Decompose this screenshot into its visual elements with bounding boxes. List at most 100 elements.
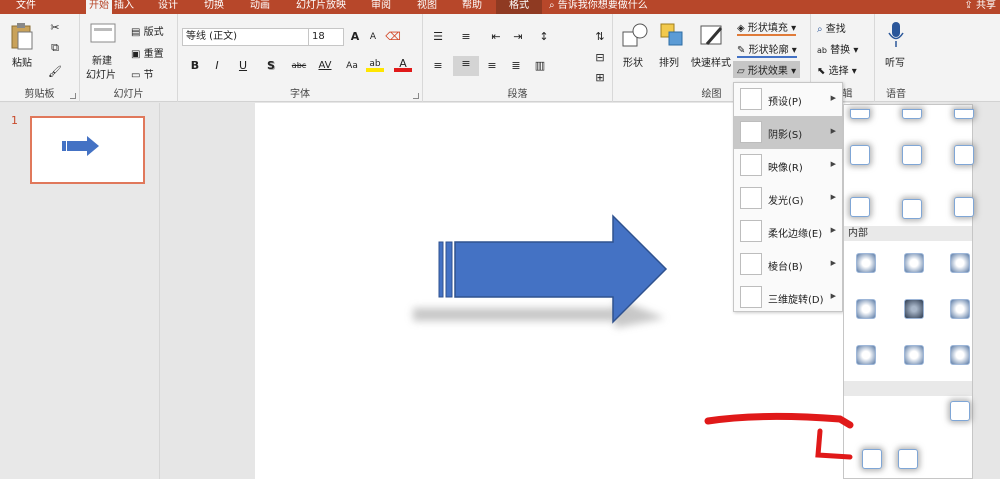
shadow-option[interactable]: [954, 197, 974, 217]
shadow-option[interactable]: [902, 109, 922, 119]
clipboard-launcher[interactable]: [70, 93, 76, 99]
tab-design[interactable]: 设计: [156, 0, 180, 14]
shadow-option[interactable]: [856, 299, 876, 319]
shadow-option[interactable]: [902, 199, 922, 219]
menu-item-reflection[interactable]: 映像(R) ▶: [734, 149, 842, 182]
shapes-label[interactable]: 形状: [623, 54, 643, 69]
shadow-option[interactable]: [902, 145, 922, 165]
paste-icon[interactable]: [10, 22, 34, 50]
menu-item-preset[interactable]: 预设(P) ▶: [734, 83, 842, 116]
text-shadow-button[interactable]: S: [262, 58, 280, 74]
paragraph-group-label: 段落: [507, 89, 528, 100]
shapes-icon[interactable]: [621, 22, 649, 48]
copy-icon[interactable]: ⧉: [46, 40, 64, 56]
quick-styles-icon[interactable]: [699, 22, 725, 48]
quick-styles-label[interactable]: 快速样式: [691, 54, 731, 69]
arrange-icon[interactable]: [659, 22, 685, 48]
dictate-label[interactable]: 听写: [885, 54, 905, 69]
group-slides: 新建 幻灯片 ▤ 版式 ▣ 重置 ▭ 节 幻灯片: [80, 14, 178, 102]
shape-effects-button[interactable]: ▱ 形状效果 ▾: [733, 61, 801, 78]
paste-label[interactable]: 粘贴: [12, 54, 32, 69]
align-center-icon[interactable]: ≡: [453, 56, 479, 76]
bold-button[interactable]: B: [186, 58, 204, 74]
tab-format[interactable]: 格式: [496, 0, 542, 14]
shadow-option[interactable]: [950, 253, 970, 273]
chevron-right-icon: ▶: [830, 226, 836, 234]
new-slide-label-2[interactable]: 幻灯片: [86, 66, 116, 81]
select-button[interactable]: ⬉ 选择 ▾: [817, 62, 857, 77]
cut-icon[interactable]: ✂: [46, 20, 64, 36]
shadow-option[interactable]: [850, 145, 870, 165]
font-color-button[interactable]: A: [394, 56, 412, 72]
new-slide-icon[interactable]: [90, 22, 116, 46]
tab-help[interactable]: 帮助: [459, 0, 485, 14]
tell-me-box[interactable]: ⌕ 告诉我你想要做什么: [549, 0, 648, 12]
shadow-option[interactable]: [850, 197, 870, 217]
format-painter-icon[interactable]: 🖌: [46, 64, 64, 80]
change-case-button[interactable]: Aa: [342, 58, 362, 74]
underline-button[interactable]: U: [234, 58, 252, 74]
tab-slideshow[interactable]: 幻灯片放映: [292, 0, 350, 14]
increase-indent-icon[interactable]: ⇥: [509, 29, 527, 45]
font-name-select[interactable]: 等线 (正文): [182, 28, 310, 46]
menu-item-glow[interactable]: 发光(G) ▶: [734, 182, 842, 215]
clear-format-icon[interactable]: ⌫: [384, 29, 402, 45]
shadow-option[interactable]: [904, 299, 924, 319]
font-launcher[interactable]: [413, 93, 419, 99]
new-slide-label-1[interactable]: 新建: [92, 52, 112, 67]
line-spacing-icon[interactable]: ↕: [535, 29, 553, 45]
shrink-font-button[interactable]: A: [364, 29, 382, 45]
tab-file[interactable]: 文件: [0, 0, 52, 14]
shadow-option[interactable]: [904, 345, 924, 365]
shadow-option[interactable]: [850, 109, 870, 119]
bullets-icon[interactable]: ☰: [429, 29, 447, 45]
menu-item-soft-edges[interactable]: 柔化边缘(E) ▶: [734, 215, 842, 248]
reset-button[interactable]: ▣ 重置: [131, 45, 164, 60]
shadow-option[interactable]: [862, 449, 882, 469]
tab-home[interactable]: 开始: [86, 0, 112, 14]
shape-fill-button[interactable]: ◈ 形状填充 ▾: [737, 19, 797, 36]
replace-button[interactable]: ab 替换 ▾: [817, 41, 858, 56]
justify-icon[interactable]: ≣: [507, 58, 525, 74]
layout-button[interactable]: ▤ 版式: [131, 23, 164, 38]
text-direction-icon[interactable]: ⇅: [591, 29, 609, 45]
columns-icon[interactable]: ▥: [531, 58, 549, 74]
shadow-option[interactable]: [898, 449, 918, 469]
arrange-label[interactable]: 排列: [659, 54, 679, 69]
share-button[interactable]: ⇪ 共享: [964, 0, 996, 12]
grow-font-button[interactable]: A: [346, 29, 364, 45]
shadow-option[interactable]: [856, 345, 876, 365]
font-size-select[interactable]: 18: [308, 28, 344, 46]
shadow-option[interactable]: [950, 345, 970, 365]
shadow-option[interactable]: [904, 253, 924, 273]
shadow-option[interactable]: [954, 145, 974, 165]
numbering-icon[interactable]: ≡: [457, 29, 475, 45]
tab-animations[interactable]: 动画: [247, 0, 273, 14]
smartart-icon[interactable]: ⊞: [591, 70, 609, 86]
slide-number: 1: [11, 114, 18, 127]
align-text-icon[interactable]: ⊟: [591, 50, 609, 66]
find-button[interactable]: ⌕ 查找: [817, 20, 846, 35]
section-button[interactable]: ▭ 节: [131, 66, 154, 81]
shadow-option[interactable]: [950, 299, 970, 319]
shadow-option[interactable]: [954, 109, 974, 119]
tab-view[interactable]: 视图: [414, 0, 440, 14]
char-spacing-button[interactable]: AV: [314, 58, 336, 74]
microphone-icon[interactable]: [887, 20, 905, 50]
strikethrough-button[interactable]: abc: [286, 58, 312, 74]
menu-item-bevel[interactable]: 棱台(B) ▶: [734, 248, 842, 281]
shape-outline-button[interactable]: ✎ 形状轮廓 ▾: [737, 41, 797, 58]
tab-transitions[interactable]: 切换: [201, 0, 227, 14]
tab-review[interactable]: 审阅: [368, 0, 394, 14]
highlight-button[interactable]: ab: [366, 56, 384, 72]
decrease-indent-icon[interactable]: ⇤: [487, 29, 505, 45]
menu-item-3d-rotation[interactable]: 三维旋转(D) ▶: [734, 281, 842, 314]
align-right-icon[interactable]: ≡: [483, 58, 501, 74]
shadow-option[interactable]: [856, 253, 876, 273]
slide-thumbnail-1[interactable]: [30, 116, 145, 184]
tab-insert[interactable]: 插入: [112, 0, 136, 14]
italic-button[interactable]: I: [208, 58, 226, 74]
menu-item-shadow[interactable]: 阴影(S) ▶: [734, 116, 842, 149]
align-left-icon[interactable]: ≡: [429, 58, 447, 74]
shadow-option[interactable]: [950, 401, 970, 421]
